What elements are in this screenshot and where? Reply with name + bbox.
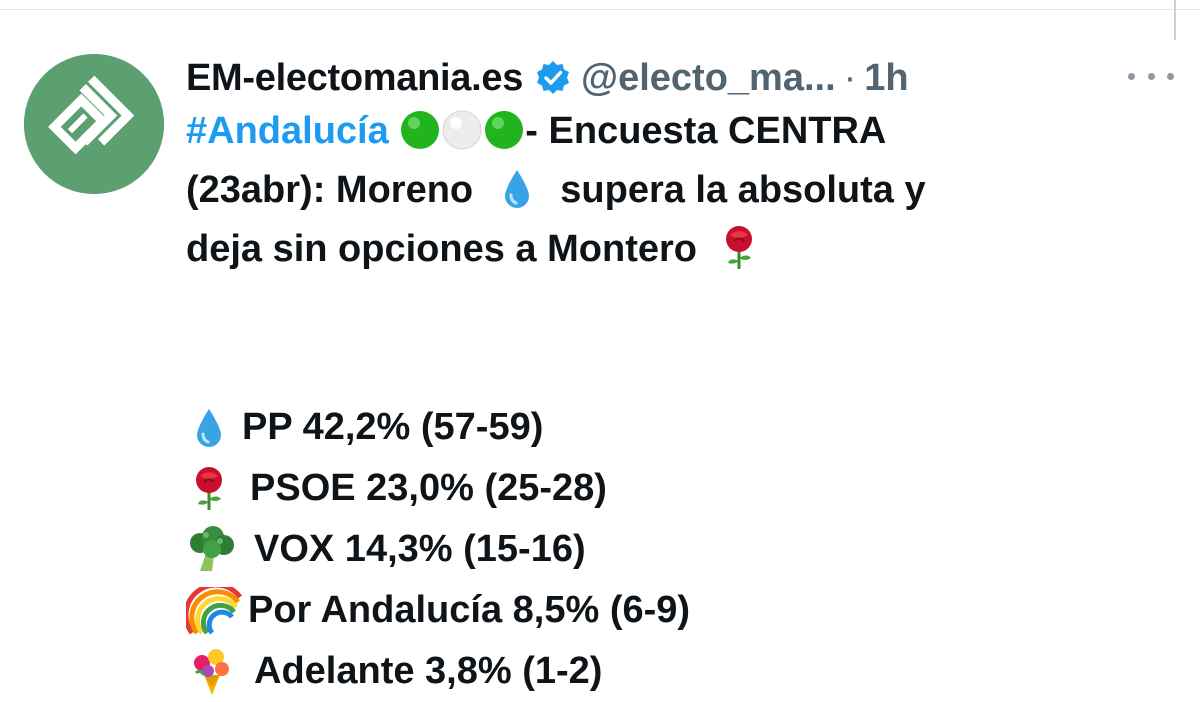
more-options-icon[interactable] bbox=[1128, 56, 1174, 96]
tweet-card[interactable]: EM-electomania.es @electo_ma... · 1h #An… bbox=[0, 10, 1200, 695]
separator-dot: · bbox=[843, 56, 857, 99]
droplet-icon bbox=[502, 168, 532, 210]
display-name[interactable]: EM-electomania.es bbox=[186, 57, 523, 100]
green-circle-icon bbox=[399, 109, 441, 151]
result-por-andalucia: Por Andalucía 8,5% (6-9) bbox=[186, 580, 1146, 641]
result-psoe: PSOE 23,0% (25-28) bbox=[186, 458, 1146, 519]
text-line-1: #Andalucía - Encuesta CENTRA bbox=[186, 102, 1146, 161]
rainbow-icon bbox=[186, 586, 246, 635]
text-fragment: (23abr): Moreno bbox=[186, 169, 474, 211]
text-line-2: (23abr): Moreno supera la absoluta y bbox=[186, 161, 1146, 220]
text-title: - Encuesta CENTRA bbox=[525, 110, 887, 152]
bouquet-icon bbox=[186, 647, 236, 697]
hashtag-link[interactable]: #Andalucía bbox=[186, 110, 389, 152]
rose-icon bbox=[716, 225, 762, 271]
timestamp[interactable]: 1h bbox=[864, 57, 908, 100]
electomania-logo-icon bbox=[24, 54, 164, 194]
green-circle-icon bbox=[483, 109, 525, 151]
white-circle-icon bbox=[441, 109, 483, 151]
tweet-header: EM-electomania.es @electo_ma... · 1h bbox=[186, 50, 909, 106]
result-vox: VOX 14,3% (15-16) bbox=[186, 519, 1146, 580]
result-label: PSOE 23,0% (25-28) bbox=[250, 467, 607, 509]
text-fragment: deja sin opciones a Montero bbox=[186, 228, 697, 270]
verified-badge-icon[interactable] bbox=[535, 60, 571, 96]
result-label: Por Andalucía 8,5% (6-9) bbox=[248, 589, 691, 631]
result-adelante: Adelante 3,8% (1-2) bbox=[186, 641, 1146, 702]
droplet-icon bbox=[194, 407, 224, 449]
rose-icon bbox=[186, 466, 232, 512]
text-line-3: deja sin opciones a Montero bbox=[186, 220, 1146, 279]
result-label: PP 42,2% (57-59) bbox=[242, 406, 544, 448]
text-fragment: supera la absoluta y bbox=[560, 169, 926, 211]
handle[interactable]: @electo_ma... bbox=[581, 57, 836, 100]
result-pp: PP 42,2% (57-59) bbox=[186, 397, 1146, 458]
broccoli-icon bbox=[186, 525, 236, 575]
tweet-text: #Andalucía - Encuesta CENTRA (23abr): Mo… bbox=[186, 102, 1146, 702]
top-divider bbox=[0, 0, 1200, 10]
result-label: VOX 14,3% (15-16) bbox=[254, 528, 586, 570]
result-label: Adelante 3,8% (1-2) bbox=[254, 650, 603, 692]
avatar[interactable] bbox=[24, 54, 164, 194]
